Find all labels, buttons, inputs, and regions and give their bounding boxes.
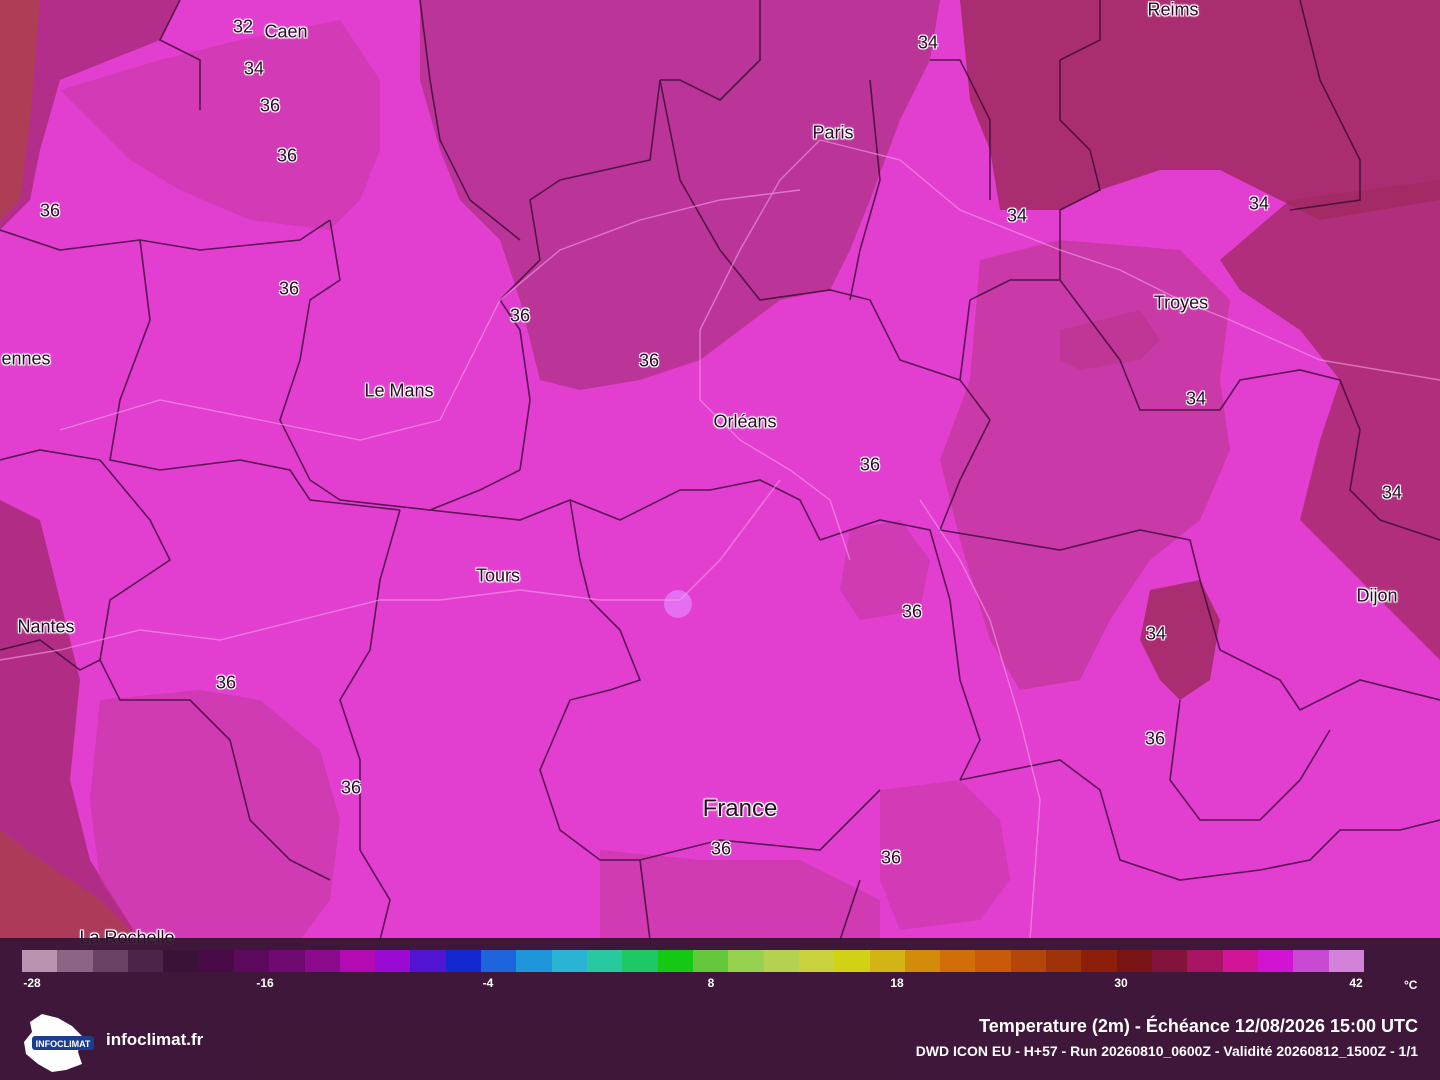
unit-label: °C: [1404, 978, 1418, 992]
scale-swatch: [339, 950, 376, 972]
city-label-le-mans: Le Mans: [364, 380, 434, 401]
legend-panel: -28 -16 -4 8 18 30 42 °C INFOCLIMAT info…: [0, 938, 1440, 1080]
isotherm-label: 34: [1145, 623, 1167, 644]
scale-swatch: [869, 950, 905, 972]
scale-swatch: [375, 950, 411, 972]
scale-tick: -16: [256, 976, 274, 990]
scale-swatch: [798, 950, 835, 972]
isotherm-label: 34: [917, 32, 939, 53]
scale-swatch: [1116, 950, 1152, 972]
scale-swatch: [57, 950, 93, 972]
isotherm-label: 36: [509, 305, 531, 326]
scale-tick: 42: [1349, 976, 1363, 990]
scale-swatch: [763, 950, 799, 972]
isotherm-label: 36: [880, 847, 902, 868]
scale-swatch: [975, 950, 1011, 972]
scale-swatch: [1328, 950, 1364, 972]
isotherm-label: 36: [638, 350, 660, 371]
scale-swatch: [445, 950, 482, 972]
scale-swatch: [1257, 950, 1294, 972]
isotherm-label: 36: [259, 95, 281, 116]
scale-tick: -4: [482, 976, 494, 990]
scale-swatch: [127, 950, 164, 972]
scale-swatch: [587, 950, 623, 972]
scale-swatch: [940, 950, 976, 972]
scale-swatch: [1081, 950, 1117, 972]
city-label-troyes: Troyes: [1153, 292, 1209, 313]
scale-swatch: [728, 950, 764, 972]
temperature-color-scale: [22, 950, 1364, 972]
scale-swatch: [516, 950, 552, 972]
scale-swatch: [410, 950, 446, 972]
city-label-reims: Reims: [1147, 0, 1199, 20]
isotherm-label: 36: [39, 200, 61, 221]
scale-tick: -28: [23, 976, 41, 990]
scale-swatch: [1187, 950, 1223, 972]
isotherm-label: 34: [1248, 193, 1270, 214]
isotherm-label: 36: [1144, 728, 1166, 749]
isotherm-label: 36: [710, 838, 732, 859]
isotherm-label: 36: [901, 601, 923, 622]
scale-swatch: [233, 950, 270, 972]
scale-tick: 30: [1114, 976, 1128, 990]
map-title: Temperature (2m) - Échéance 12/08/2026 1…: [979, 1016, 1418, 1036]
scale-swatch: [269, 950, 305, 972]
site-name[interactable]: infoclimat.fr: [106, 1030, 203, 1050]
scale-swatch: [1293, 950, 1329, 972]
city-label-tours: Tours: [475, 565, 521, 586]
isotherm-label: 32: [232, 16, 254, 37]
scale-swatch: [92, 950, 128, 972]
city-label-dijon: Dijon: [1356, 585, 1398, 606]
scale-swatch: [1010, 950, 1047, 972]
scale-swatch: [1222, 950, 1258, 972]
infoclimat-logo[interactable]: INFOCLIMAT: [22, 1012, 96, 1074]
isotherm-label: 36: [278, 278, 300, 299]
scale-swatch: [692, 950, 729, 972]
hot-spot: [664, 590, 692, 618]
country-label-france: France: [702, 795, 778, 822]
city-label-paris: Paris: [812, 122, 854, 143]
scale-swatch: [834, 950, 870, 972]
city-label-caen: Caen: [264, 21, 308, 42]
scale-tick: 8: [707, 976, 715, 990]
isotherm-label: 36: [276, 145, 298, 166]
temperature-map[interactable]: [0, 0, 1440, 1080]
scale-swatch: [551, 950, 587, 972]
city-label-orleans: Orléans: [713, 411, 777, 432]
isotherm-label: 36: [215, 672, 237, 693]
scale-swatch: [657, 950, 693, 972]
scale-tick: 18: [890, 976, 904, 990]
city-label-nantes: Nantes: [17, 616, 75, 637]
scale-swatch: [1152, 950, 1188, 972]
isotherm-label: 36: [340, 777, 362, 798]
scale-swatch: [163, 950, 199, 972]
isotherm-label: 34: [1006, 205, 1028, 226]
svg-text:INFOCLIMAT: INFOCLIMAT: [36, 1039, 91, 1049]
scale-swatch: [1046, 950, 1082, 972]
isotherm-label: 34: [1381, 482, 1403, 503]
isotherm-label: 36: [859, 454, 881, 475]
scale-swatch: [198, 950, 234, 972]
scale-swatch: [22, 950, 58, 972]
scale-swatch: [304, 950, 340, 972]
map-subtitle: DWD ICON EU - H+57 - Run 20260810_0600Z …: [915, 1043, 1418, 1059]
scale-swatch: [622, 950, 658, 972]
scale-swatch: [904, 950, 941, 972]
isotherm-label: 34: [1185, 388, 1207, 409]
scale-swatch: [481, 950, 517, 972]
city-label-rennes: ennes: [1, 348, 51, 369]
isotherm-label: 34: [243, 58, 265, 79]
